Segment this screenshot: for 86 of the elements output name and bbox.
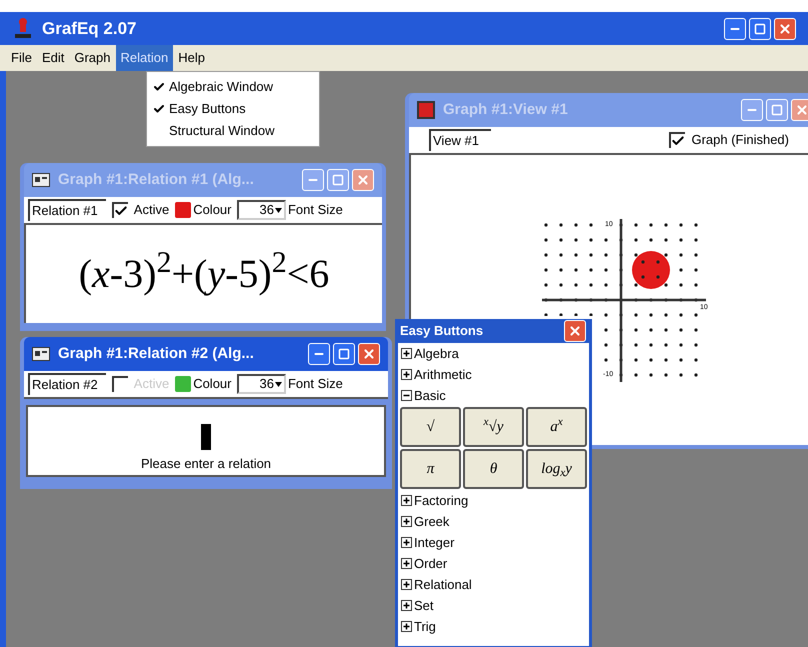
font-size-label: Font Size xyxy=(288,375,343,394)
window-title: Graph #1:View #1 xyxy=(443,100,568,120)
menu-option-label: Structural Window xyxy=(169,122,274,140)
category-label: Greek xyxy=(414,512,450,530)
close-button[interactable] xyxy=(774,18,796,40)
active-label: Active xyxy=(134,201,170,220)
symbol-button[interactable]: √ xyxy=(400,407,461,447)
minimize-button[interactable] xyxy=(724,18,746,40)
colour-swatch[interactable] xyxy=(175,376,192,392)
close-button[interactable] xyxy=(358,343,380,365)
menu-item[interactable]: Graph xyxy=(69,45,116,71)
colour-label: Colour xyxy=(193,201,232,220)
window-title: Graph #1:Relation #1 (Alg... xyxy=(58,170,254,190)
maximize-button[interactable] xyxy=(333,343,355,365)
expression-area[interactable]: (x-3)$^{2}$+(y-5)$^{2}$<6 xyxy=(24,225,382,323)
close-icon xyxy=(795,103,808,117)
window-icon xyxy=(417,101,435,119)
check-icon xyxy=(671,134,686,148)
category-item[interactable]: Integer xyxy=(401,532,586,553)
panel-title: Easy Buttons xyxy=(400,322,484,340)
menu-item[interactable]: Help xyxy=(173,45,210,71)
menu-option-label: Easy Buttons xyxy=(169,100,246,118)
graph-status-label: Graph (Finished) xyxy=(691,131,789,150)
category-item[interactable]: Set xyxy=(401,595,586,616)
menu-option[interactable]: Structural Window xyxy=(147,122,319,140)
symbol-button[interactable]: log$_{x}$y xyxy=(526,449,587,489)
close-icon xyxy=(568,324,582,338)
view-name-field[interactable]: View #1 xyxy=(429,129,491,151)
menu-option-label: Algebraic Window xyxy=(169,78,274,96)
category-item[interactable]: Basic xyxy=(401,385,586,406)
category-label: Order xyxy=(414,554,448,572)
menu-option[interactable]: Algebraic Window xyxy=(147,78,319,96)
category-item[interactable]: Order xyxy=(401,553,586,574)
category-item[interactable]: Algebra xyxy=(401,343,586,364)
category-item[interactable]: Greek xyxy=(401,511,586,532)
menu-item[interactable]: Edit xyxy=(36,45,70,71)
close-icon xyxy=(362,347,376,361)
font-size-label: Font Size xyxy=(288,201,343,220)
relation-name-field[interactable]: Relation #2 xyxy=(28,373,106,395)
equation: (x-3)$^{2}$+(y-5)$^{2}$<6 xyxy=(78,254,330,294)
maximize-icon xyxy=(754,22,766,34)
font-size-dropdown[interactable]: 36 xyxy=(237,200,286,220)
category-label: Relational xyxy=(414,576,472,594)
font-size-dropdown[interactable]: 36 xyxy=(237,374,286,394)
category-item[interactable]: Factoring xyxy=(401,490,586,511)
dropdown-arrow-icon xyxy=(274,382,282,386)
category-label: Trig xyxy=(414,618,436,636)
window-icon xyxy=(32,347,50,361)
category-item[interactable]: Arithmetic xyxy=(401,364,586,385)
close-icon xyxy=(356,173,370,187)
window-title: Graph #1:Relation #2 (Alg... xyxy=(58,344,254,364)
relation-name-field[interactable]: Relation #1 xyxy=(28,199,106,221)
text-cursor xyxy=(201,424,211,450)
close-icon xyxy=(778,22,792,36)
symbol-button[interactable]: a$^{x}$ xyxy=(526,407,587,447)
maximize-icon xyxy=(338,348,350,360)
check-icon xyxy=(114,204,128,218)
menu-option[interactable]: Easy Buttons xyxy=(147,100,319,118)
category-label: Factoring xyxy=(414,492,468,510)
check-icon xyxy=(153,103,165,115)
symbol-button[interactable]: θ xyxy=(463,449,524,489)
category-label: Arithmetic xyxy=(414,366,472,384)
expression-area[interactable]: Please enter a relation xyxy=(26,405,386,477)
maximize-icon xyxy=(771,104,783,116)
category-label: Basic xyxy=(414,386,446,404)
category-label: Algebra xyxy=(414,344,459,363)
app-logo-icon xyxy=(12,18,34,40)
check-icon xyxy=(153,81,165,93)
symbol-button[interactable]: π xyxy=(400,449,461,489)
symbol-button[interactable]: $^{x}$√y xyxy=(463,407,524,447)
category-item[interactable]: Trig xyxy=(401,616,586,637)
minimize-button[interactable] xyxy=(308,343,330,365)
category-label: Integer xyxy=(414,534,454,552)
menu-item[interactable]: Relation xyxy=(116,45,174,71)
close-button[interactable] xyxy=(564,320,586,342)
colour-swatch[interactable] xyxy=(175,202,192,218)
maximize-button[interactable] xyxy=(749,18,771,40)
maximize-icon xyxy=(332,174,344,186)
dropdown-arrow-icon xyxy=(274,208,282,212)
menu-item[interactable]: File xyxy=(6,45,37,71)
colour-label: Colour xyxy=(193,375,232,394)
category-item[interactable]: Relational xyxy=(401,574,586,595)
app-title: GrafEq 2.07 xyxy=(42,18,136,40)
prompt-text: Please enter a relation xyxy=(140,454,272,472)
window-icon xyxy=(32,173,50,187)
category-label: Set xyxy=(414,596,434,614)
